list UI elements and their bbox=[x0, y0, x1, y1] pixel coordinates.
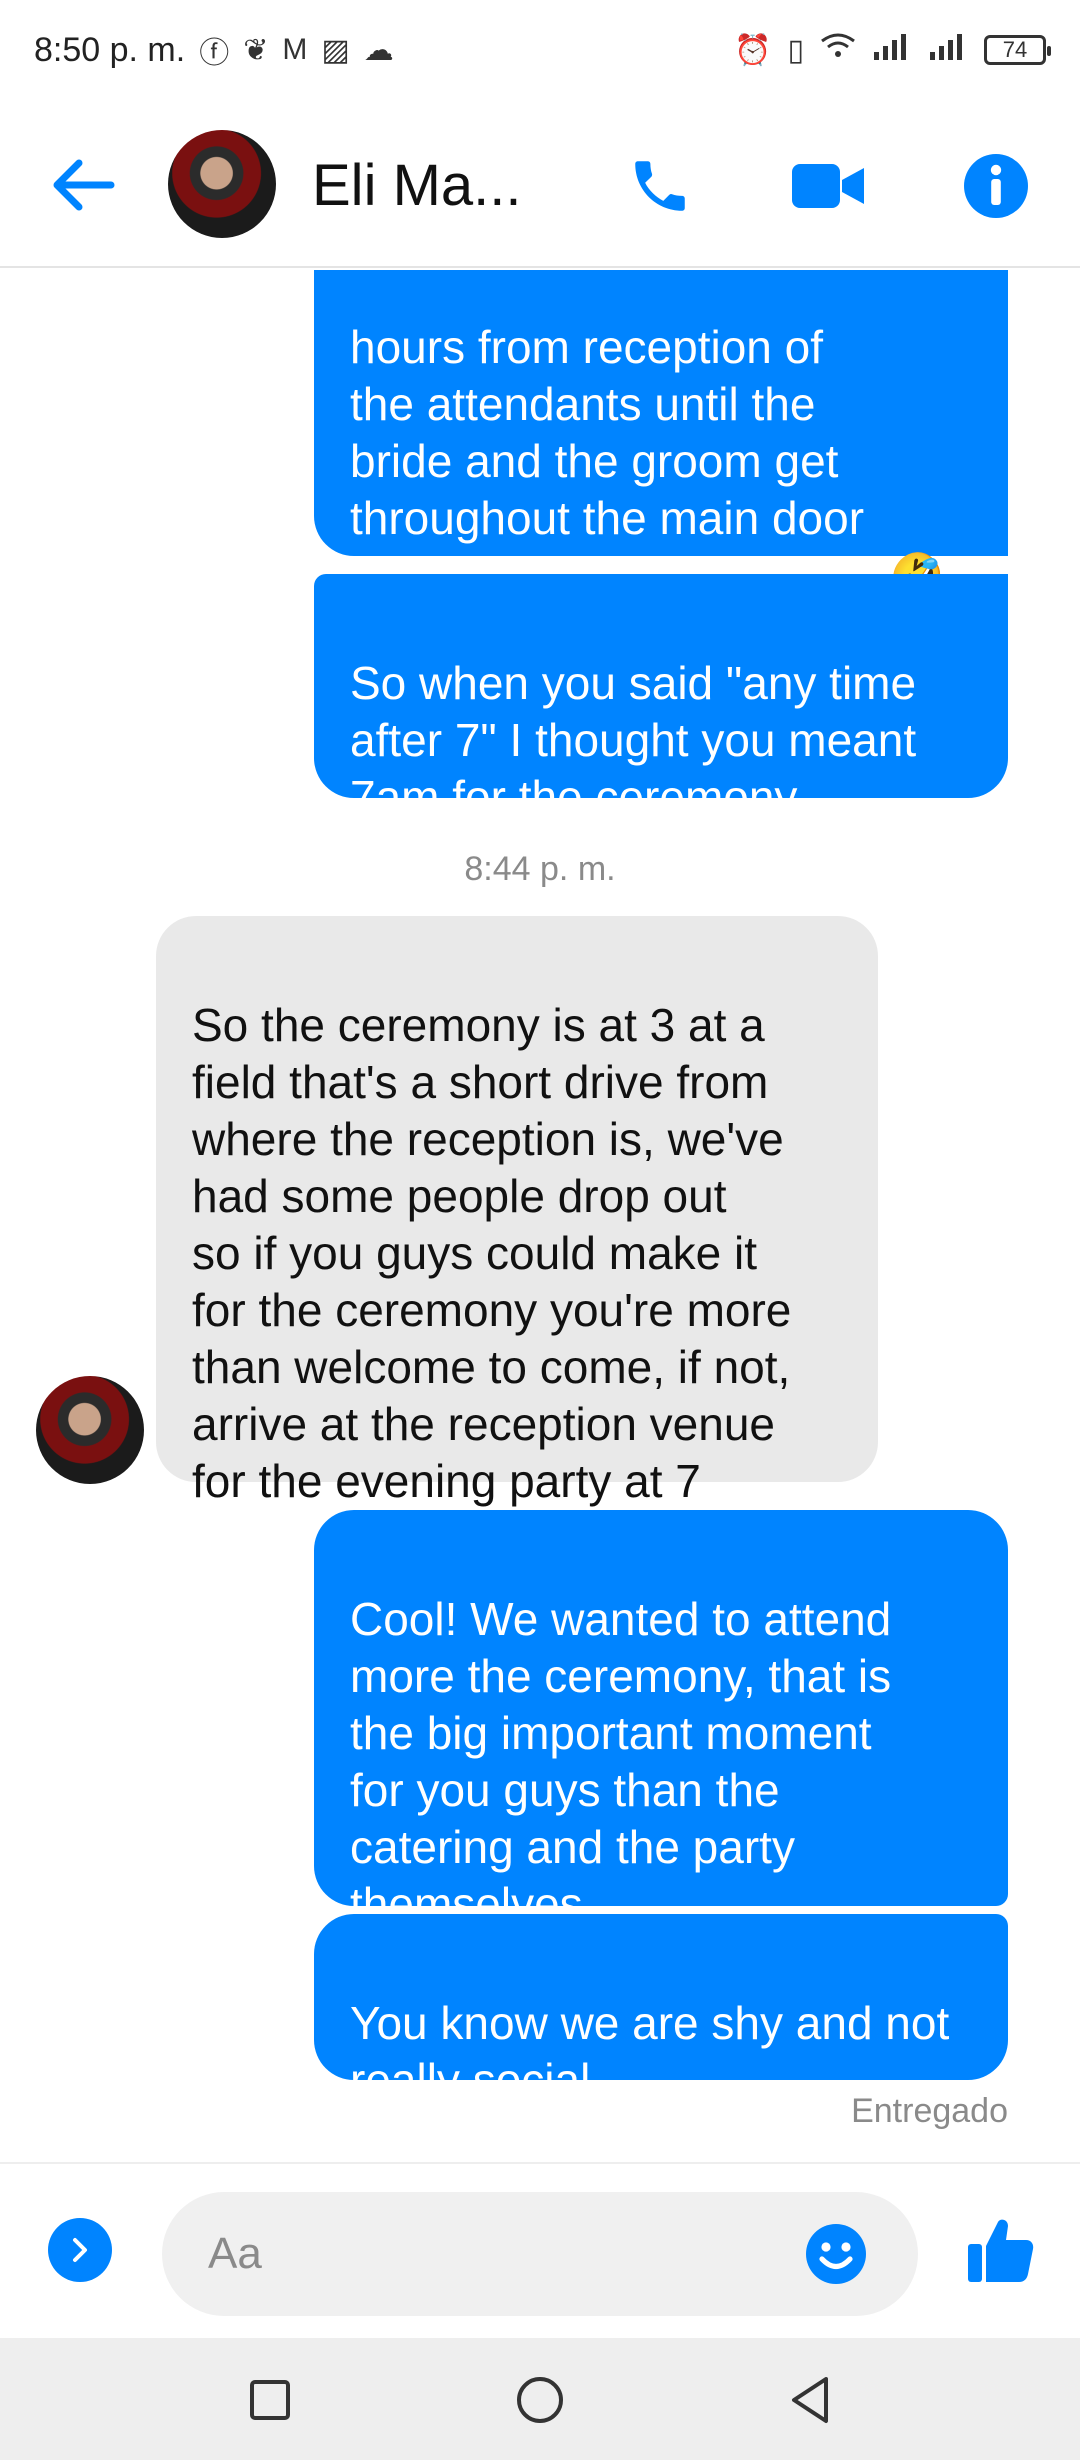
message-text: Cool! We wanted to attend more the cerem… bbox=[350, 1593, 892, 1930]
gallery-notification-icon: ▨ bbox=[321, 33, 350, 67]
message-thread[interactable]: hours from reception of the attendants u… bbox=[0, 270, 1080, 2160]
conversation-header: Eli Ma... bbox=[0, 100, 1080, 268]
home-button[interactable] bbox=[512, 2372, 568, 2428]
message-text: So the ceremony is at 3 at a field that'… bbox=[192, 999, 792, 1507]
like-button[interactable] bbox=[964, 2214, 1036, 2286]
signal-icon bbox=[872, 32, 912, 68]
system-navigation-bar bbox=[0, 2338, 1080, 2460]
outgoing-message[interactable]: Cool! We wanted to attend more the cerem… bbox=[314, 1510, 1008, 1930]
delivery-status: Entregado bbox=[851, 2092, 1008, 2130]
emoji-button[interactable] bbox=[804, 2222, 868, 2286]
chevron-right-icon bbox=[73, 2238, 87, 2262]
incoming-message[interactable]: So the ceremony is at 3 at a field that'… bbox=[156, 916, 878, 1507]
recent-apps-button[interactable] bbox=[242, 2372, 298, 2428]
thumbs-up-icon bbox=[968, 2219, 1034, 2282]
expand-actions-button[interactable] bbox=[48, 2218, 112, 2282]
sender-avatar[interactable] bbox=[36, 1376, 144, 1484]
timestamp-separator: 8:44 p. m. bbox=[464, 850, 616, 888]
back-nav-button[interactable] bbox=[782, 2372, 838, 2428]
contact-name[interactable]: Eli Ma... bbox=[312, 152, 522, 219]
message-text: hours from reception of the attendants u… bbox=[350, 321, 877, 601]
signal-icon-2 bbox=[928, 32, 968, 68]
outgoing-message[interactable]: You know we are shy and not really socia… bbox=[314, 1914, 1008, 2106]
back-button[interactable] bbox=[48, 150, 118, 220]
status-time: 8:50 p. m. bbox=[34, 30, 186, 69]
status-left: 8:50 p. m. ⓕ ❦ M ▨ ☁ bbox=[34, 28, 394, 72]
battery-icon: 74 bbox=[984, 35, 1051, 65]
call-button[interactable] bbox=[622, 148, 698, 224]
triangle-back-icon bbox=[792, 2377, 828, 2423]
message-input-container bbox=[162, 2192, 918, 2316]
cloud-notification-icon: ☁ bbox=[363, 33, 394, 67]
info-icon bbox=[964, 154, 1028, 218]
message-input[interactable] bbox=[206, 2220, 770, 2288]
back-arrow-icon bbox=[53, 159, 115, 211]
info-button[interactable] bbox=[958, 148, 1034, 224]
alarm-icon: ⏰ bbox=[734, 33, 772, 67]
outgoing-message[interactable]: hours from reception of the attendants u… bbox=[314, 270, 1008, 601]
smiley-icon bbox=[806, 2224, 866, 2284]
vibrate-icon: ▯ bbox=[787, 33, 804, 67]
outgoing-message[interactable]: So when you said "any time after 7" I th… bbox=[314, 574, 1008, 823]
message-text: So when you said "any time after 7" I th… bbox=[350, 657, 917, 823]
video-call-button[interactable] bbox=[790, 148, 866, 224]
wifi-icon bbox=[820, 32, 856, 68]
message-text: You know we are shy and not really socia… bbox=[350, 1997, 950, 2106]
status-bar: 8:50 p. m. ⓕ ❦ M ▨ ☁ ⏰ ▯ 74 bbox=[0, 0, 1080, 100]
app-notification-icon: ❦ bbox=[243, 33, 269, 67]
phone-icon bbox=[635, 161, 685, 211]
status-right: ⏰ ▯ 74 bbox=[734, 32, 1051, 68]
contact-avatar[interactable] bbox=[168, 130, 276, 238]
gmail-notification-icon: M bbox=[282, 33, 308, 66]
video-camera-icon bbox=[792, 164, 864, 208]
facebook-notification-icon: ⓕ bbox=[199, 37, 230, 70]
square-icon bbox=[250, 2380, 290, 2420]
circle-icon bbox=[517, 2377, 563, 2423]
message-composer bbox=[0, 2162, 1080, 2340]
